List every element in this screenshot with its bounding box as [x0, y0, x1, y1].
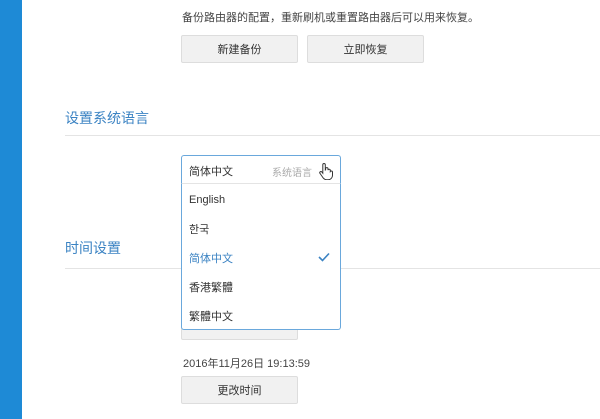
left-sidebar-strip — [0, 0, 22, 419]
section-divider — [65, 135, 600, 136]
checkmark-icon — [318, 252, 330, 262]
language-option-label: 繁體中文 — [189, 310, 233, 323]
language-option-traditional-chinese[interactable]: 繁體中文 — [182, 301, 340, 330]
language-options-list: English 한국 简体中文 香港繁體 繁體中文 — [181, 183, 341, 330]
language-section-title: 设置系统语言 — [65, 110, 149, 126]
language-option-label: 香港繁體 — [189, 281, 233, 294]
language-select[interactable]: 简体中文 系统语言 — [181, 155, 341, 183]
time-section-title: 时间设置 — [65, 240, 121, 256]
new-backup-button[interactable]: 新建备份 — [181, 35, 298, 63]
restore-button[interactable]: 立即恢复 — [307, 35, 424, 63]
language-option-simplified-chinese[interactable]: 简体中文 — [182, 243, 340, 272]
language-selected-hint: 系统语言 — [272, 168, 312, 179]
language-option-label: English — [189, 193, 226, 206]
language-option-english[interactable]: English — [182, 185, 340, 214]
backup-description: 备份路由器的配置，重新刷机或重置路由器后可以用来恢复。 — [182, 12, 479, 24]
language-option-korean[interactable]: 한국 — [182, 214, 340, 243]
language-option-label: 한국 — [189, 223, 210, 236]
hand-cursor-icon — [319, 162, 333, 180]
language-option-label: 简体中文 — [189, 252, 233, 265]
current-datetime: 2016年11月26日 19:13:59 — [183, 358, 310, 370]
language-selected-value: 简体中文 — [189, 166, 233, 178]
language-option-hongkong-traditional[interactable]: 香港繁體 — [182, 272, 340, 301]
change-time-button[interactable]: 更改时间 — [181, 376, 298, 404]
